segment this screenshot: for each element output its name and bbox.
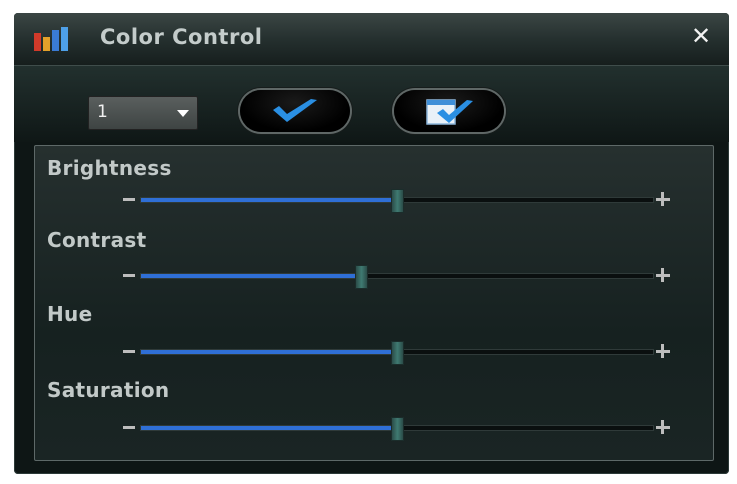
channel-dropdown[interactable]: 1 [88,96,198,130]
color-bars-icon [34,27,68,51]
hue-label: Hue [47,302,93,326]
channel-dropdown-value: 1 [97,102,108,122]
contrast-slider-fill [141,274,361,278]
brightness-decrease-icon[interactable] [123,198,135,201]
saturation-slider-fill [141,426,397,430]
saturation-slider-thumb[interactable] [391,417,404,441]
saturation-slider[interactable] [140,417,654,441]
contrast-slider[interactable] [140,265,654,289]
contrast-slider-thumb[interactable] [355,265,368,289]
color-control-window: Color Control ✕ 1 Brightness Contrast Hu… [14,13,729,474]
apply-all-button[interactable] [394,90,504,132]
saturation-label: Saturation [47,378,170,402]
brightness-slider-thumb[interactable] [391,189,404,213]
close-icon[interactable]: ✕ [687,21,715,51]
brightness-label: Brightness [47,156,172,180]
window-title: Color Control [100,25,263,49]
saturation-increase-icon[interactable] [656,420,670,434]
saturation-decrease-icon[interactable] [123,426,135,429]
hue-slider[interactable] [140,341,654,365]
hue-decrease-icon[interactable] [123,350,135,353]
title-bar[interactable]: Color Control ✕ [14,13,729,66]
brightness-increase-icon[interactable] [656,192,670,206]
brightness-slider[interactable] [140,189,654,213]
adjustment-panel: Brightness Contrast Hue Saturation [34,145,714,461]
contrast-decrease-icon[interactable] [123,274,135,277]
contrast-increase-icon[interactable] [656,268,670,282]
chevron-down-icon [177,110,189,117]
apply-button[interactable] [240,90,350,132]
apply-all-icon [426,99,473,125]
hue-slider-thumb[interactable] [391,341,404,365]
checkmark-icon [273,99,317,122]
toolbar: 1 [14,66,729,142]
brightness-slider-fill [141,198,397,202]
hue-increase-icon[interactable] [656,344,670,358]
contrast-label: Contrast [47,228,147,252]
hue-slider-fill [141,350,397,354]
